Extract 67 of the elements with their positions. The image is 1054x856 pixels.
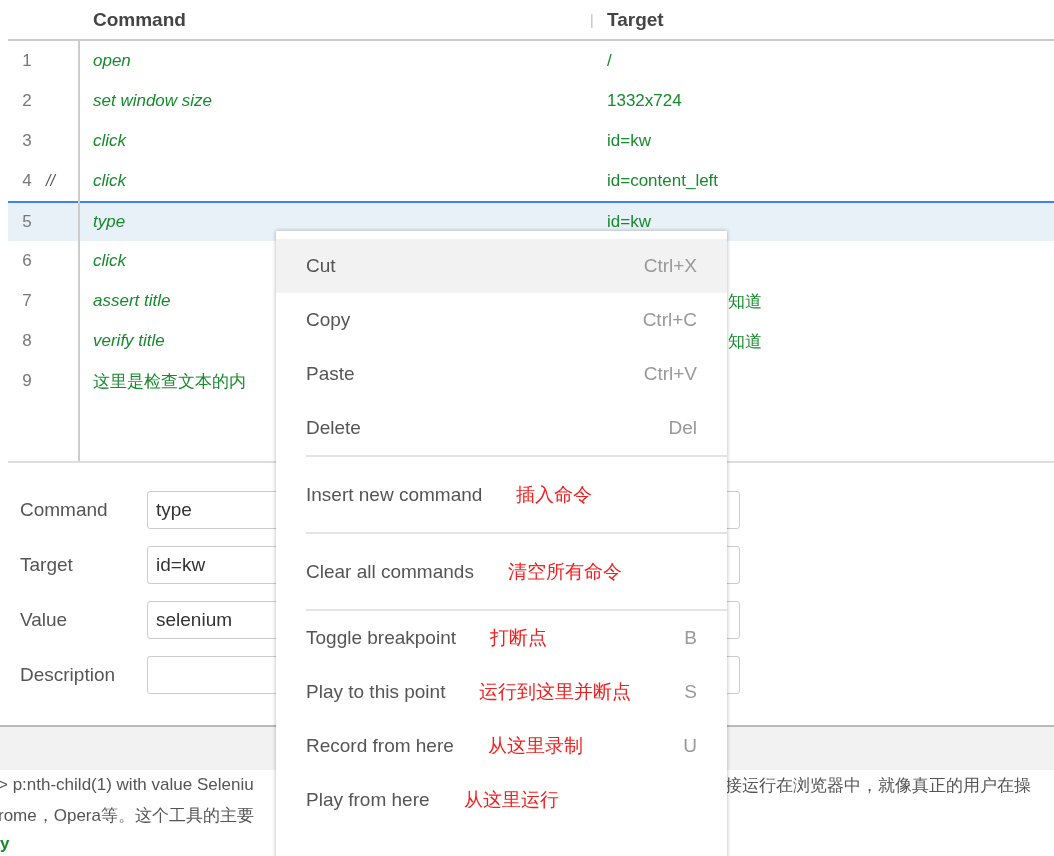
target-cell: id=kw bbox=[607, 131, 651, 150]
shortcut-text: Ctrl+C bbox=[642, 309, 697, 331]
target-cell: id=content_left bbox=[607, 171, 719, 190]
column-header[interactable]: Command bbox=[78, 8, 590, 31]
menu-item[interactable]: Play from here 从这里运行 bbox=[276, 773, 727, 827]
target-cell: id=kw bbox=[607, 212, 651, 231]
target-cell: 知道 bbox=[728, 291, 762, 311]
annotation-text: 插入命令 bbox=[516, 482, 593, 507]
line-number: 5 bbox=[21, 212, 33, 232]
annotation-text: 打断点 bbox=[490, 626, 547, 650]
shortcut-text: Del bbox=[668, 417, 697, 439]
menu-item[interactable]: Clear all commands 清空所有命令 bbox=[276, 534, 727, 609]
shortcut-text: U bbox=[683, 735, 697, 757]
target-cell: / bbox=[607, 51, 612, 70]
command-cell: click bbox=[93, 251, 127, 270]
annotation-text: 运行到这里并断点 bbox=[479, 680, 632, 704]
log-text: y bbox=[0, 834, 11, 854]
line-number: 9 bbox=[21, 371, 33, 391]
field-label: Description bbox=[20, 664, 117, 686]
annotation-text: 清空所有命令 bbox=[507, 559, 622, 584]
menu-item-label: Delete bbox=[306, 417, 361, 439]
menu-item[interactable]: Delete Del bbox=[276, 401, 727, 455]
line-number: 6 bbox=[21, 251, 33, 271]
log-text: rome，Opera等。这个工具的主要 bbox=[0, 804, 255, 827]
line-number: 8 bbox=[21, 331, 33, 351]
menu-item[interactable]: Record from here 从这里录制 U bbox=[276, 719, 727, 773]
command-cell: 这里是检查文本的内 bbox=[93, 371, 246, 391]
command-cell: type bbox=[93, 212, 126, 231]
shortcut-text: Ctrl+V bbox=[643, 363, 697, 385]
command-cell: verify title bbox=[93, 331, 165, 350]
line-number: 1 bbox=[21, 51, 33, 71]
target-cell: 知道 bbox=[728, 331, 762, 351]
command-cell: set window size bbox=[93, 91, 213, 110]
command-cell: click bbox=[93, 171, 127, 190]
menu-item-label: Record from here bbox=[306, 735, 454, 757]
field-label: Command bbox=[20, 499, 109, 521]
menu-item[interactable]: Paste Ctrl+V bbox=[276, 347, 727, 401]
command-cell: open bbox=[93, 51, 131, 70]
shortcut-text: Ctrl+X bbox=[643, 255, 697, 277]
menu-item[interactable]: Play to this point 运行到这里并断点 S bbox=[276, 665, 727, 719]
menu-item[interactable]: Insert new command 插入命令 bbox=[276, 457, 727, 532]
line-number: 4 bbox=[21, 171, 33, 191]
field-label: Value bbox=[20, 609, 69, 631]
menu-item[interactable]: Copy Ctrl+C bbox=[276, 293, 727, 347]
menu-item-label: Cut bbox=[306, 255, 336, 277]
command-cell: assert title bbox=[93, 291, 171, 310]
field-label: Target bbox=[20, 554, 74, 576]
menu-item-label: Copy bbox=[306, 309, 351, 331]
command-cell: click bbox=[93, 131, 127, 150]
menu-item[interactable]: Toggle breakpoint 打断点 B bbox=[276, 611, 727, 665]
menu-item-label: Insert new command bbox=[306, 483, 483, 506]
annotation-text: 从这里录制 bbox=[487, 734, 583, 758]
line-number: 3 bbox=[21, 131, 33, 151]
menu-item[interactable]: Cut Ctrl+X bbox=[276, 239, 727, 293]
line-number: 7 bbox=[21, 291, 33, 311]
comment-mark: // bbox=[46, 172, 55, 189]
menu-item-label: Play from here bbox=[306, 789, 430, 811]
shortcut-text: B bbox=[684, 627, 697, 649]
annotation-text: 从这里运行 bbox=[463, 788, 559, 812]
menu-item-label: Toggle breakpoint bbox=[306, 627, 456, 649]
menu-item-label: Play to this point bbox=[306, 681, 446, 703]
line-number: 2 bbox=[21, 91, 33, 111]
shortcut-text: S bbox=[684, 681, 697, 703]
column-header[interactable]: Target bbox=[607, 8, 664, 31]
menu-item-label: Clear all commands bbox=[306, 560, 474, 583]
menu-item-label: Paste bbox=[306, 363, 355, 385]
target-cell: 1332x724 bbox=[607, 91, 682, 110]
